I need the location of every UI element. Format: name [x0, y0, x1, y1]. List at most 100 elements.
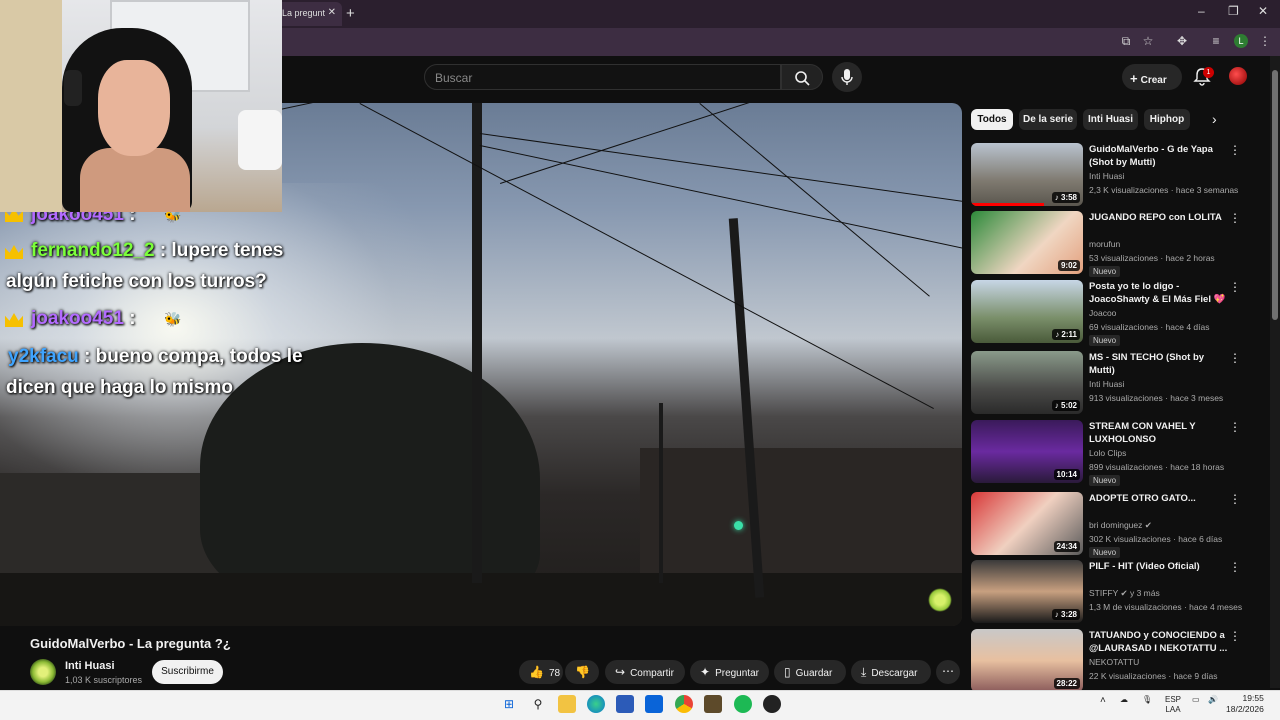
- recommendation-channel[interactable]: STIFFY ✔ y 3 más: [1089, 588, 1160, 599]
- recommendation-item[interactable]: 9:02 JUGANDO REPO con LOLITA morufun 53 vis…: [971, 211, 1261, 277]
- video-thumbnail[interactable]: 9:02: [971, 211, 1083, 274]
- recommendation-title[interactable]: JUGANDO REPO con LOLITA: [1089, 211, 1229, 224]
- download-button[interactable]: ⤓ Descargar: [851, 660, 931, 684]
- recommendation-title[interactable]: TATUANDO y CONOCIENDO a @LAURASAD I NEKO…: [1089, 629, 1229, 655]
- recommendation-channel[interactable]: Inti Huasi: [1089, 379, 1124, 389]
- recommendation-channel[interactable]: Lolo Clips: [1089, 448, 1126, 458]
- video-thumbnail[interactable]: ♪ 2:11: [971, 280, 1083, 343]
- media-queue-icon[interactable]: ≡: [1208, 33, 1224, 49]
- tab-close-icon[interactable]: ✕: [328, 7, 336, 18]
- more-options-icon[interactable]: ⋮: [1229, 143, 1241, 157]
- share-button[interactable]: ↪ Compartir: [605, 660, 685, 684]
- more-options-icon[interactable]: ⋮: [1229, 560, 1241, 574]
- more-options-icon[interactable]: ⋮: [1229, 280, 1241, 294]
- minimize-button[interactable]: –: [1198, 4, 1205, 18]
- recommendation-title[interactable]: PILF - HIT (Video Oficial): [1089, 560, 1229, 573]
- more-options-icon[interactable]: ⋮: [1229, 351, 1241, 365]
- account-avatar[interactable]: [1229, 67, 1247, 85]
- video-thumbnail[interactable]: 28:22: [971, 629, 1083, 692]
- download-icon: ⤓: [861, 665, 867, 679]
- scrollbar-thumb[interactable]: [1272, 70, 1278, 320]
- windows-start-icon[interactable]: ⊞: [500, 695, 518, 713]
- recommendation-channel[interactable]: Joacoo: [1089, 308, 1116, 318]
- create-button[interactable]: + Crear: [1122, 64, 1182, 90]
- network-tray-icon[interactable]: ☁: [1120, 695, 1128, 704]
- video-duration: ♪ 3:28: [1051, 609, 1080, 620]
- maximize-button[interactable]: ❐: [1228, 4, 1239, 18]
- edge-browser-icon[interactable]: [587, 695, 605, 713]
- bookmark-star-icon[interactable]: ☆: [1140, 33, 1156, 49]
- bookmark-icon: ▯: [784, 665, 791, 679]
- subscribe-button[interactable]: Suscribirme: [152, 660, 223, 684]
- channel-avatar[interactable]: [30, 659, 56, 685]
- browser-menu-icon[interactable]: ⋮: [1257, 33, 1273, 49]
- recommendation-channel[interactable]: NEKOTATTU: [1089, 657, 1139, 667]
- more-actions-button[interactable]: ⋯: [936, 660, 960, 684]
- video-thumbnail[interactable]: ♪ 3:58: [971, 143, 1083, 206]
- search-button[interactable]: [781, 64, 823, 90]
- recommendation-title[interactable]: Posta yo te lo digo - JoacoShawty & El M…: [1089, 280, 1229, 306]
- close-window-button[interactable]: ✕: [1258, 4, 1268, 18]
- recommendation-item[interactable]: ♪ 2:11 Posta yo te lo digo - JoacoShawty …: [971, 280, 1261, 346]
- dislike-button[interactable]: 👎: [565, 660, 599, 684]
- more-options-icon[interactable]: ⋮: [1229, 420, 1241, 434]
- windows-taskbar: [0, 690, 1280, 720]
- chip-all[interactable]: Todos: [971, 109, 1013, 130]
- video-thumbnail[interactable]: 10:14: [971, 420, 1083, 483]
- profile-avatar[interactable]: L: [1234, 34, 1248, 48]
- mail-icon[interactable]: [645, 695, 663, 713]
- video-thumbnail[interactable]: ♪ 5:02: [971, 351, 1083, 414]
- minecraft-icon[interactable]: [704, 695, 722, 713]
- microphone-tray-icon[interactable]: 🎙: [1142, 695, 1152, 704]
- store-icon[interactable]: [616, 695, 634, 713]
- cast-icon[interactable]: ⧉: [1118, 33, 1134, 49]
- recommendation-channel[interactable]: Inti Huasi: [1089, 171, 1124, 181]
- recommendation-channel[interactable]: bri dominguez ✔: [1089, 520, 1152, 531]
- recommendation-item[interactable]: 28:22 TATUANDO y CONOCIENDO a @LAURASAD I…: [971, 629, 1261, 695]
- new-tab-button[interactable]: +: [346, 5, 355, 22]
- recommendation-title[interactable]: GuidoMalVerbo - G de Yapa (Shot by Mutti…: [1089, 143, 1229, 169]
- recommendation-channel[interactable]: morufun: [1089, 239, 1120, 249]
- video-thumbnail[interactable]: ♪ 3:28: [971, 560, 1083, 623]
- channel-name[interactable]: Inti Huasi: [65, 660, 115, 672]
- video-thumbnail[interactable]: 24:34: [971, 492, 1083, 555]
- recommendation-title[interactable]: STREAM CON VAHEL Y LUXHOLONSO: [1089, 420, 1229, 446]
- voice-search-button[interactable]: [832, 62, 862, 92]
- spotify-icon[interactable]: [734, 695, 752, 713]
- display-tray-icon[interactable]: ▭: [1192, 695, 1200, 704]
- more-options-icon[interactable]: ⋮: [1229, 211, 1241, 225]
- recommendation-item[interactable]: 10:14 STREAM CON VAHEL Y LUXHOLONSO Lolo C…: [971, 420, 1261, 486]
- more-options-icon[interactable]: ⋮: [1229, 629, 1241, 643]
- chevron-right-icon[interactable]: ›: [1212, 111, 1217, 127]
- new-badge: Nuevo: [1089, 335, 1121, 346]
- tray-chevron-icon[interactable]: ˄: [1100, 695, 1106, 706]
- search-icon[interactable]: ⚲: [529, 695, 547, 713]
- search-input[interactable]: Buscar: [424, 64, 781, 90]
- save-button[interactable]: ▯ Guardar: [774, 660, 846, 684]
- recommendation-title[interactable]: ADOPTE OTRO GATO...: [1089, 492, 1229, 505]
- taskbar-clock[interactable]: 19:55 18/2/2026: [1226, 693, 1264, 715]
- recommendation-item[interactable]: 24:34 ADOPTE OTRO GATO... bri dominguez ✔ 3…: [971, 492, 1261, 558]
- share-icon: ↪: [615, 665, 626, 679]
- like-button[interactable]: 👍 78: [519, 660, 563, 684]
- more-options-icon[interactable]: ⋮: [1229, 492, 1241, 506]
- volume-tray-icon[interactable]: 🔊: [1208, 695, 1218, 704]
- keyboard-language[interactable]: ESP: [1165, 695, 1181, 704]
- search-icon: [795, 71, 810, 86]
- recommendation-meta: 69 visualizaciones · hace 4 días: [1089, 322, 1210, 332]
- chip-hiphop[interactable]: Hiphop: [1144, 109, 1190, 130]
- recommendation-title[interactable]: MS - SIN TECHO (Shot by Mutti): [1089, 351, 1229, 377]
- recommendation-item[interactable]: ♪ 5:02 MS - SIN TECHO (Shot by Mutti) Inti…: [971, 351, 1261, 417]
- channel-watermark[interactable]: [928, 588, 952, 612]
- page-scrollbar[interactable]: [1270, 56, 1280, 688]
- obs-icon[interactable]: [763, 695, 781, 713]
- recommendation-item[interactable]: ♪ 3:28 PILF - HIT (Video Oficial) STIFFY ✔…: [971, 560, 1261, 626]
- file-explorer-icon[interactable]: [558, 695, 576, 713]
- chip-channel[interactable]: Inti Huasi: [1083, 109, 1138, 130]
- chip-series[interactable]: De la serie: [1019, 109, 1077, 130]
- chrome-icon[interactable]: [675, 695, 693, 713]
- extensions-icon[interactable]: ✥: [1174, 33, 1190, 49]
- ask-button[interactable]: ✦ Preguntar: [690, 660, 769, 684]
- recommendation-item[interactable]: ♪ 3:58 GuidoMalVerbo - G de Yapa (Shot by…: [971, 143, 1261, 209]
- video-duration: ♪ 2:11: [1052, 329, 1080, 340]
